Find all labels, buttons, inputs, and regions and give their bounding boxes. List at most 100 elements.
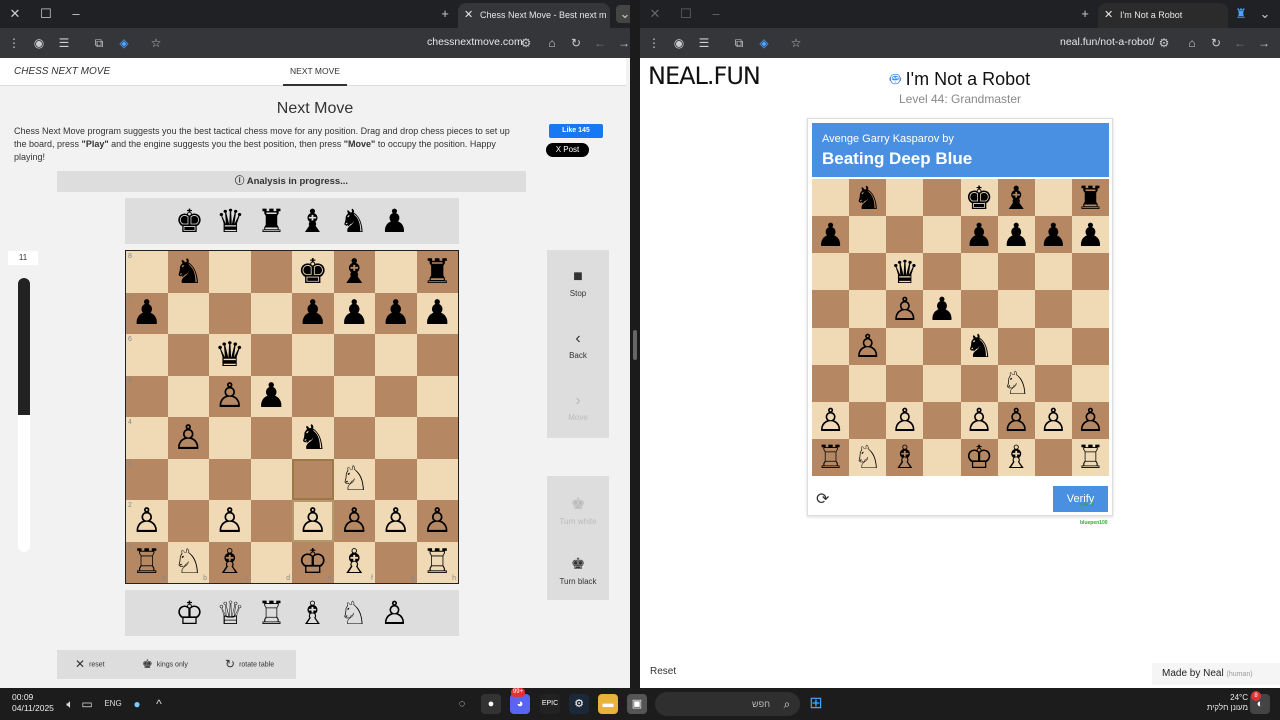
network-icon[interactable]: ▭ xyxy=(78,695,96,713)
board-square[interactable] xyxy=(886,179,924,217)
board-square[interactable]: ♙ xyxy=(292,500,334,542)
board-square[interactable]: ♙ xyxy=(812,401,850,439)
kings-only-button[interactable]: ♚ kings only xyxy=(142,650,188,679)
chess-piece[interactable]: ♗ xyxy=(890,441,919,473)
forward-icon[interactable]: ← xyxy=(1232,35,1248,51)
tab-close-icon[interactable]: ✕ xyxy=(1104,3,1113,28)
tray-piece[interactable]: ♜ xyxy=(257,201,287,241)
board-square[interactable]: ♜ xyxy=(416,251,458,293)
chess-piece[interactable]: ♙ xyxy=(298,504,328,538)
reading-list-icon[interactable]: ☰ xyxy=(56,35,72,51)
board-square[interactable] xyxy=(849,253,887,291)
board-square[interactable]: ♞ xyxy=(849,179,887,217)
tray-piece[interactable]: ♟ xyxy=(380,201,410,241)
board-square[interactable] xyxy=(923,253,961,291)
minimize-icon[interactable]: – xyxy=(707,5,725,23)
chess-piece[interactable]: ♙ xyxy=(890,293,919,325)
board-square[interactable]: ♟ xyxy=(812,216,850,254)
board-square[interactable]: ♞ xyxy=(167,251,209,293)
board-square[interactable] xyxy=(292,375,334,417)
chess-piece[interactable]: ♛ xyxy=(215,338,245,372)
profile-icon[interactable]: ◉ xyxy=(31,35,47,51)
captcha-chess-board[interactable]: ♞ ♚ ♝ ♜ ♟ ♟ ♟ ♟ ♟ ♛ ♙ ♟ ♙ ♞ ♘ ♙ ♙ ♙ ♙ ♙ ♙ ♖ ♘ ♗ ♔ ♗ ♖ xyxy=(812,179,1109,476)
board-square[interactable]: ♟ xyxy=(375,292,417,334)
board-square[interactable] xyxy=(923,401,961,439)
move-button[interactable]: › Move xyxy=(547,392,609,422)
board-square[interactable] xyxy=(1034,179,1072,217)
chess-piece[interactable]: ♖ xyxy=(422,545,452,579)
reset-button[interactable]: ✕ reset xyxy=(75,650,105,679)
chess-piece[interactable]: ♙ xyxy=(339,504,369,538)
board-square[interactable] xyxy=(250,500,292,542)
board-square[interactable] xyxy=(209,292,251,334)
board-square[interactable]: ♚ xyxy=(292,251,334,293)
chess-piece[interactable]: ♟ xyxy=(132,296,162,330)
address-bar[interactable]: chessnextmove.com xyxy=(427,36,523,48)
board-square[interactable] xyxy=(375,375,417,417)
board-square[interactable] xyxy=(960,364,998,402)
board-square[interactable]: ♖ xyxy=(1071,438,1109,476)
task-view-icon[interactable]: ▣ xyxy=(627,694,647,714)
refresh-icon[interactable]: ⟳ xyxy=(816,489,829,509)
bookmark-star-icon[interactable]: ☆ xyxy=(788,35,804,51)
split-view-divider[interactable] xyxy=(630,0,640,688)
close-window-icon[interactable]: ✕ xyxy=(6,5,24,23)
tray-piece[interactable]: ♙ xyxy=(380,593,410,633)
board-square[interactable] xyxy=(167,292,209,334)
chess-piece[interactable]: ♙ xyxy=(132,504,162,538)
app-icon[interactable]: ◌ xyxy=(452,694,472,714)
tab-chess-next-move[interactable]: ✕ Chess Next Move - Best next m xyxy=(458,3,610,28)
facebook-like-button[interactable]: Like 145 xyxy=(549,124,603,138)
file-explorer-icon[interactable]: ▬ xyxy=(598,694,618,714)
board-square[interactable] xyxy=(849,290,887,328)
board-square[interactable]: d xyxy=(250,541,292,583)
board-square[interactable] xyxy=(997,253,1035,291)
chess-piece[interactable]: ♙ xyxy=(890,404,919,436)
menu-icon[interactable]: ⋮ xyxy=(646,35,662,51)
chess-piece[interactable]: ♚ xyxy=(298,255,328,289)
board-square[interactable]: ♗ xyxy=(886,438,924,476)
address-bar[interactable]: neal.fun/not-a-robot/ xyxy=(1060,36,1155,48)
chess-piece[interactable]: ♙ xyxy=(422,504,452,538)
tray-piece[interactable]: ♘ xyxy=(339,593,369,633)
board-square[interactable] xyxy=(849,401,887,439)
chess-piece[interactable]: ♖ xyxy=(1076,441,1105,473)
maximize-icon[interactable]: ☐ xyxy=(677,5,695,23)
board-square[interactable] xyxy=(812,179,850,217)
discord-icon[interactable]: ◕ xyxy=(510,694,530,714)
board-square[interactable] xyxy=(997,290,1035,328)
stop-button[interactable]: ■ Stop xyxy=(547,268,609,298)
chess-piece[interactable]: ♟ xyxy=(256,379,286,413)
chess-piece[interactable]: ♚ xyxy=(965,182,994,214)
tray-piece[interactable]: ♛ xyxy=(216,201,246,241)
board-square[interactable]: ♔ xyxy=(960,438,998,476)
turn-black-button[interactable]: ♚ Turn black xyxy=(547,554,609,586)
board-square[interactable] xyxy=(923,364,961,402)
chess-piece[interactable]: ♟ xyxy=(1076,219,1105,251)
board-square[interactable] xyxy=(923,179,961,217)
tab-close-icon[interactable]: ✕ xyxy=(464,3,473,28)
chess-piece[interactable]: ♙ xyxy=(215,379,245,413)
new-tab-icon[interactable]: + xyxy=(1076,5,1094,23)
tab-search-icon[interactable]: ⌄ xyxy=(1256,5,1274,23)
board-square[interactable]: ♙ xyxy=(886,401,924,439)
board-square[interactable]: ♙ xyxy=(416,500,458,542)
menu-icon[interactable]: ⋮ xyxy=(6,35,22,51)
chess-piece[interactable]: ♝ xyxy=(339,255,369,289)
board-square[interactable] xyxy=(209,417,251,459)
site-settings-icon[interactable]: ⚙ xyxy=(1156,35,1172,51)
board-square[interactable]: ♙ xyxy=(849,327,887,365)
chess-piece[interactable]: ♖ xyxy=(816,441,845,473)
board-square[interactable] xyxy=(250,334,292,376)
board-square[interactable] xyxy=(886,216,924,254)
x-post-button[interactable]: X Post xyxy=(546,143,589,157)
board-square[interactable]: ♟ xyxy=(997,216,1035,254)
chess-piece[interactable]: ♟ xyxy=(422,296,452,330)
board-square[interactable]: ♟ 7 xyxy=(126,292,168,334)
shield-icon[interactable]: ◈ xyxy=(756,35,772,51)
back-button[interactable]: ‹ Back xyxy=(547,330,609,360)
board-square[interactable]: ♝ xyxy=(333,251,375,293)
board-square[interactable] xyxy=(209,251,251,293)
chess-piece[interactable]: ♙ xyxy=(853,330,882,362)
board-square[interactable] xyxy=(886,327,924,365)
